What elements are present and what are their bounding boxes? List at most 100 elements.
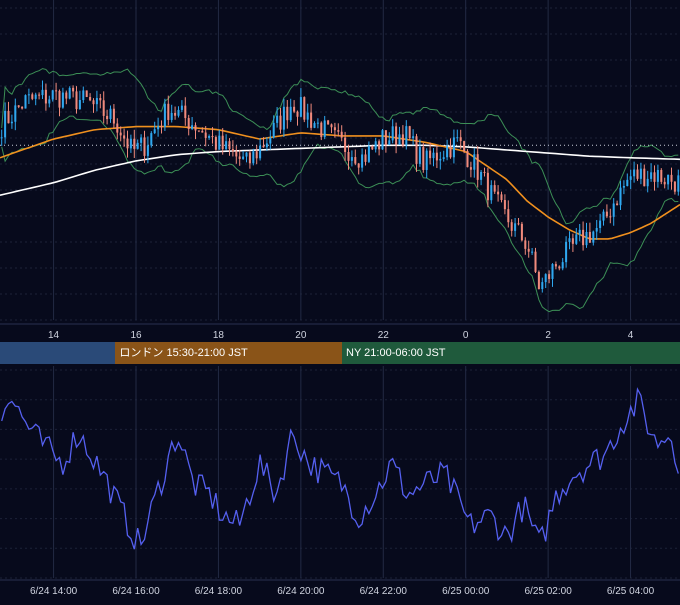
candle-body-up — [0, 137, 3, 139]
candle-body-up — [150, 133, 153, 146]
candle-body-up — [306, 112, 309, 120]
candle-body-down — [466, 151, 469, 168]
candle-body-down — [653, 172, 656, 182]
candle-body-down — [384, 130, 387, 145]
candle-body-down — [395, 126, 398, 145]
candle-body-down — [347, 151, 350, 161]
candle-body-down — [354, 157, 357, 164]
candle-body-up — [51, 90, 54, 100]
candle-body-up — [646, 178, 649, 187]
candle-body-down — [320, 122, 323, 138]
candle-body-down — [160, 126, 163, 128]
candle-body-up — [180, 105, 183, 110]
price-x-tick-label: 2 — [545, 330, 551, 341]
candle-body-up — [259, 145, 262, 159]
candle-body-up — [78, 100, 81, 110]
candle-body-up — [592, 231, 595, 243]
candle-body-down — [435, 152, 438, 161]
candle-body-down — [673, 181, 676, 192]
candle-body-down — [167, 103, 170, 120]
candle-body-up — [61, 92, 64, 108]
candle-body-down — [65, 92, 68, 99]
price-x-tick-label: 22 — [378, 330, 390, 341]
candle-body-up — [27, 94, 30, 96]
candle-body-up — [218, 135, 221, 150]
fx-chart[interactable]: 14 16 18 20 22 0 2 4 6/24 14:00 6/24 16:00 6/24 18… — [0, 0, 680, 600]
session-band-ny: NY 21:00-06:00 JST — [342, 342, 680, 364]
candle-body-up — [667, 174, 670, 185]
candle-body-up — [24, 95, 27, 109]
candle-body-down — [524, 240, 527, 249]
candle-body-up — [146, 145, 149, 156]
candle-body-up — [544, 274, 547, 283]
candle-body-down — [469, 167, 472, 170]
candle-body-up — [432, 152, 435, 159]
candle-body-down — [211, 136, 214, 138]
candle-body-down — [262, 145, 265, 148]
candle-body-down — [255, 151, 258, 159]
candle-body-down — [534, 251, 537, 272]
oscillator-x-tick-label: 6/24 18:00 — [195, 586, 243, 597]
candle-body-down — [204, 132, 207, 138]
candle-body-down — [44, 89, 47, 104]
candle-body-down — [310, 112, 313, 128]
candle-body-up — [374, 141, 377, 150]
candle-body-up — [578, 229, 581, 235]
candle-body-up — [626, 179, 629, 186]
candle-body-up — [163, 103, 166, 127]
candle-body-down — [133, 138, 136, 149]
candle-body-down — [194, 125, 197, 131]
candle-body-down — [636, 169, 639, 179]
candle-body-down — [7, 110, 10, 124]
candle-body-up — [242, 156, 245, 159]
candle-body-up — [425, 150, 428, 170]
candle-body-up — [388, 140, 391, 145]
oscillator-x-tick-label: 6/25 00:00 — [442, 586, 490, 597]
candle-body-up — [412, 136, 415, 139]
candle-body-up — [191, 125, 194, 129]
candle-body-up — [170, 112, 173, 120]
price-x-tick-label: 14 — [48, 330, 60, 341]
candle-body-down — [58, 90, 61, 108]
candle-body-up — [398, 134, 401, 145]
oscillator-x-tick-label: 6/24 20:00 — [277, 586, 325, 597]
candle-body-down — [340, 131, 343, 138]
candle-body-down — [609, 216, 612, 218]
candle-body-up — [490, 185, 493, 201]
oscillator-x-tick-label: 6/24 14:00 — [30, 586, 78, 597]
candle-body-down — [582, 229, 585, 246]
candle-body-up — [136, 142, 139, 149]
oscillator-x-tick-label: 6/24 22:00 — [360, 586, 408, 597]
price-chart-panel[interactable]: 14 16 18 20 22 0 2 4 6/24 14:00 6/24 16:00 6/24 18… — [0, 0, 680, 600]
candle-body-up — [391, 126, 394, 141]
candle-body-up — [4, 110, 7, 138]
candle-body-up — [245, 152, 248, 157]
candle-body-down — [235, 151, 238, 157]
candle-body-down — [92, 100, 95, 105]
candle-body-up — [177, 109, 180, 116]
candle-body-down — [221, 135, 224, 150]
candle-body-down — [197, 130, 200, 132]
candle-body-down — [517, 223, 520, 225]
candle-body-up — [276, 115, 279, 123]
candle-body-down — [99, 98, 102, 101]
oscillator-x-tick-label: 6/24 16:00 — [112, 586, 160, 597]
candle-body-down — [303, 97, 306, 120]
candle-body-down — [449, 146, 452, 158]
price-x-tick-label: 20 — [295, 330, 307, 341]
candle-body-down — [422, 147, 425, 170]
candle-body-up — [541, 282, 544, 290]
candle-body-up — [568, 238, 571, 242]
candle-body-up — [514, 223, 517, 231]
candle-body-down — [38, 94, 41, 96]
candle-body-down — [17, 105, 20, 107]
candle-body-down — [228, 141, 231, 150]
candle-body-up — [269, 137, 272, 144]
candle-body-up — [34, 94, 37, 99]
candle-body-up — [316, 122, 319, 124]
candle-body-down — [72, 87, 75, 92]
candle-body-down — [286, 106, 289, 121]
session-band-tokyo — [0, 342, 116, 364]
candle-body-up — [677, 175, 680, 192]
candle-body-up — [531, 251, 534, 253]
